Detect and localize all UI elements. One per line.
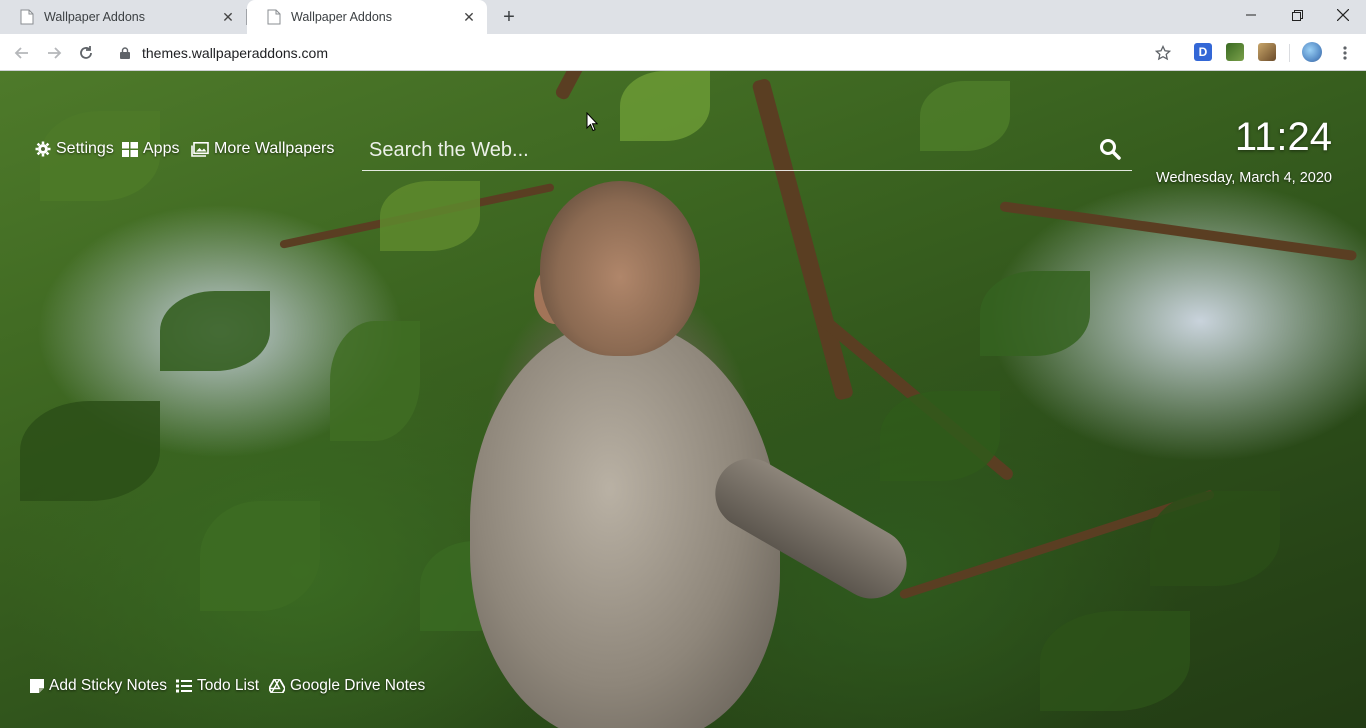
- gear-icon: [35, 141, 51, 157]
- reload-icon: [80, 46, 92, 59]
- tab-title: Wallpaper Addons: [44, 10, 145, 24]
- back-button[interactable]: [10, 41, 34, 65]
- windows-apps-icon: [122, 141, 138, 157]
- profile-avatar[interactable]: [1302, 42, 1322, 62]
- google-drive-icon: [269, 679, 285, 693]
- minimize-icon: [1246, 14, 1256, 16]
- image-icon: [191, 141, 209, 157]
- minimize-button[interactable]: [1228, 0, 1274, 30]
- tab-strip: Wallpaper Addons ✕ Wallpaper Addons ✕ +: [0, 0, 1366, 34]
- tab-wallpaper-addons-1[interactable]: Wallpaper Addons ✕: [0, 0, 246, 34]
- restore-button[interactable]: [1274, 0, 1320, 30]
- todo-list-link[interactable]: Todo List: [176, 677, 259, 695]
- browser-menu-button[interactable]: [1333, 41, 1357, 65]
- close-icon: [1337, 9, 1349, 21]
- apps-label: Apps: [143, 140, 180, 157]
- sticky-note-icon: [30, 679, 44, 693]
- search-button[interactable]: [1096, 135, 1124, 163]
- search-input[interactable]: [369, 137, 1069, 163]
- star-icon: [1155, 45, 1171, 61]
- settings-label: Settings: [56, 140, 114, 157]
- google-drive-notes-link[interactable]: Google Drive Notes: [269, 677, 425, 695]
- reload-button[interactable]: [74, 41, 98, 65]
- kebab-menu-icon: [1343, 46, 1347, 60]
- lock-icon: [120, 46, 130, 59]
- wallpaper-page: Settings Apps More Wallpapers 11:24 Wedn…: [0, 71, 1366, 728]
- url-text: themes.wallpaperaddons.com: [142, 44, 328, 61]
- settings-link[interactable]: Settings: [35, 140, 114, 158]
- more-wallpapers-label: More Wallpapers: [214, 140, 335, 157]
- monkey-head: [540, 181, 700, 356]
- list-icon: [176, 679, 192, 693]
- forward-arrow-icon: [48, 47, 62, 59]
- forward-button[interactable]: [42, 41, 66, 65]
- more-wallpapers-link[interactable]: More Wallpapers: [191, 140, 334, 158]
- clock-date: Wednesday, March 4, 2020: [1156, 170, 1332, 186]
- bookmark-star-button[interactable]: [1151, 41, 1175, 65]
- close-window-button[interactable]: [1320, 0, 1366, 30]
- apps-link[interactable]: Apps: [122, 140, 179, 158]
- tab-title: Wallpaper Addons: [291, 10, 392, 24]
- search-icon: [1100, 139, 1121, 160]
- mouse-cursor-icon: [586, 112, 598, 132]
- tab-close-icon[interactable]: ✕: [220, 9, 236, 25]
- extension-wallpaper-icon[interactable]: [1226, 43, 1244, 61]
- todo-list-label: Todo List: [197, 677, 260, 694]
- back-arrow-icon: [14, 47, 28, 59]
- add-sticky-notes-label: Add Sticky Notes: [49, 677, 168, 694]
- new-tab-button[interactable]: +: [498, 6, 520, 28]
- web-search-box: [362, 129, 1132, 171]
- extension-d-icon[interactable]: D: [1194, 43, 1212, 61]
- toolbar-divider: [1289, 44, 1290, 62]
- page-icon: [267, 9, 281, 25]
- address-bar[interactable]: themes.wallpaperaddons.com: [110, 38, 1180, 67]
- page-icon: [20, 9, 34, 25]
- restore-icon: [1291, 9, 1303, 21]
- google-drive-notes-label: Google Drive Notes: [290, 677, 426, 694]
- add-sticky-notes-link[interactable]: Add Sticky Notes: [30, 677, 167, 695]
- tab-wallpaper-addons-2[interactable]: Wallpaper Addons ✕: [247, 0, 487, 34]
- tab-close-icon[interactable]: ✕: [461, 9, 477, 25]
- extension-theme-icon[interactable]: [1258, 43, 1276, 61]
- clock-time: 11:24: [1234, 115, 1332, 159]
- browser-toolbar: themes.wallpaperaddons.com D: [0, 34, 1366, 71]
